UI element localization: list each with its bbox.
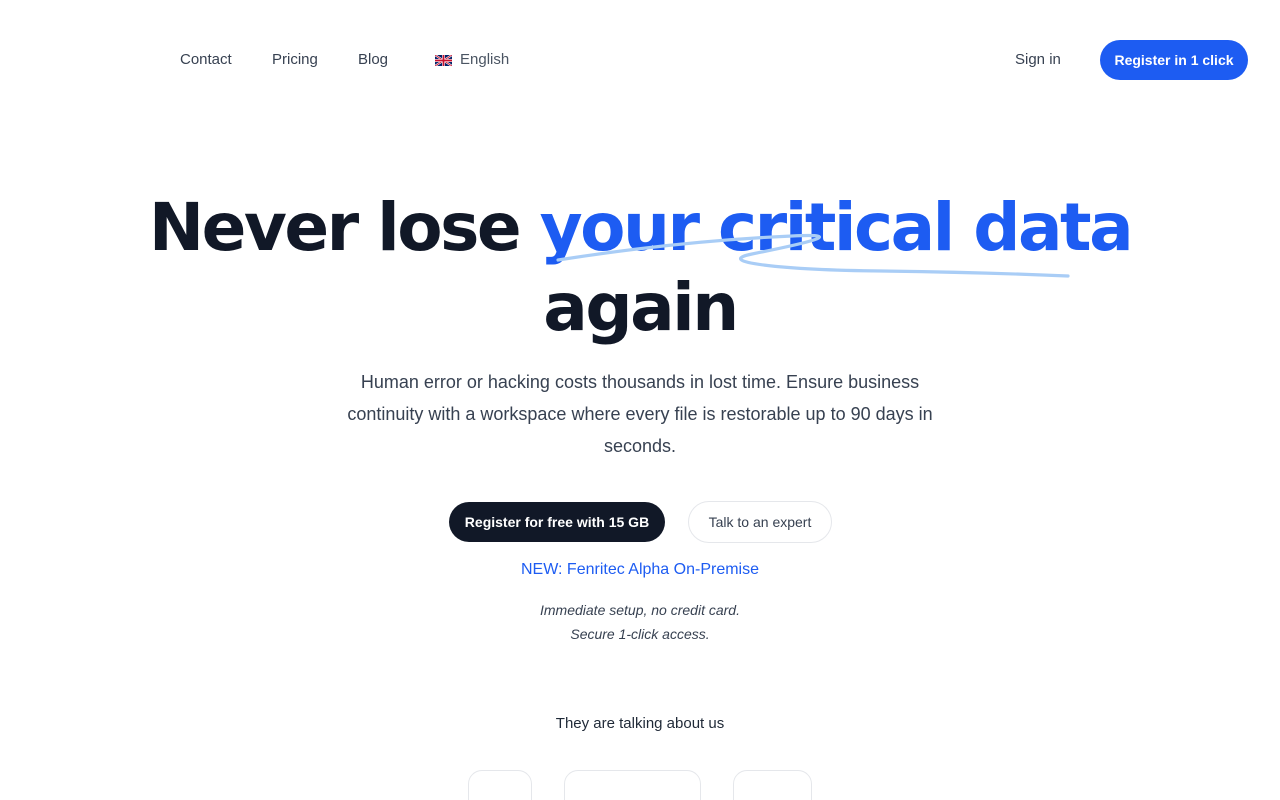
press-logo-card[interactable] [564, 770, 701, 800]
hero-title: Never lose your critical data again [0, 188, 1280, 348]
nav-contact-link[interactable]: Contact [180, 51, 232, 69]
hero-title-part1: Never lose [148, 189, 540, 266]
hero-title-line-2: again [543, 269, 739, 346]
hero-title-accent: your critical data [539, 189, 1134, 266]
sign-in-link[interactable]: Sign in [1015, 51, 1061, 69]
new-product-link[interactable]: NEW: Fenritec Alpha On-Premise [521, 561, 759, 578]
hero-subtitle: Human error or hacking costs thousands i… [347, 372, 933, 456]
press-title: They are talking about us [555, 715, 725, 732]
uk-flag-icon [435, 54, 452, 66]
register-free-button[interactable]: Register for free with 15 GB [449, 502, 665, 542]
setup-note: Immediate setup, no credit card. [540, 602, 740, 618]
register-button[interactable]: Register in 1 click [1100, 40, 1248, 80]
access-note: Secure 1-click access. [570, 626, 710, 642]
press-logo-card[interactable] [468, 770, 532, 800]
new-product-link-row: NEW: Fenritec Alpha On-Premise [0, 560, 1280, 580]
site-header: Contact Pricing Blog English Sign in Reg… [0, 0, 1280, 120]
language-selector[interactable]: English [435, 51, 509, 69]
hero-title-line-1: Never lose your critical data [0, 188, 1280, 268]
nav-blog-link[interactable]: Blog [358, 51, 388, 69]
language-label: English [460, 51, 510, 68]
nav-pricing-link[interactable]: Pricing [272, 51, 318, 69]
page: Contact Pricing Blog English Sign in Reg… [0, 0, 1280, 800]
press-logo-card[interactable] [733, 770, 812, 800]
talk-expert-button[interactable]: Talk to an expert [688, 501, 832, 543]
